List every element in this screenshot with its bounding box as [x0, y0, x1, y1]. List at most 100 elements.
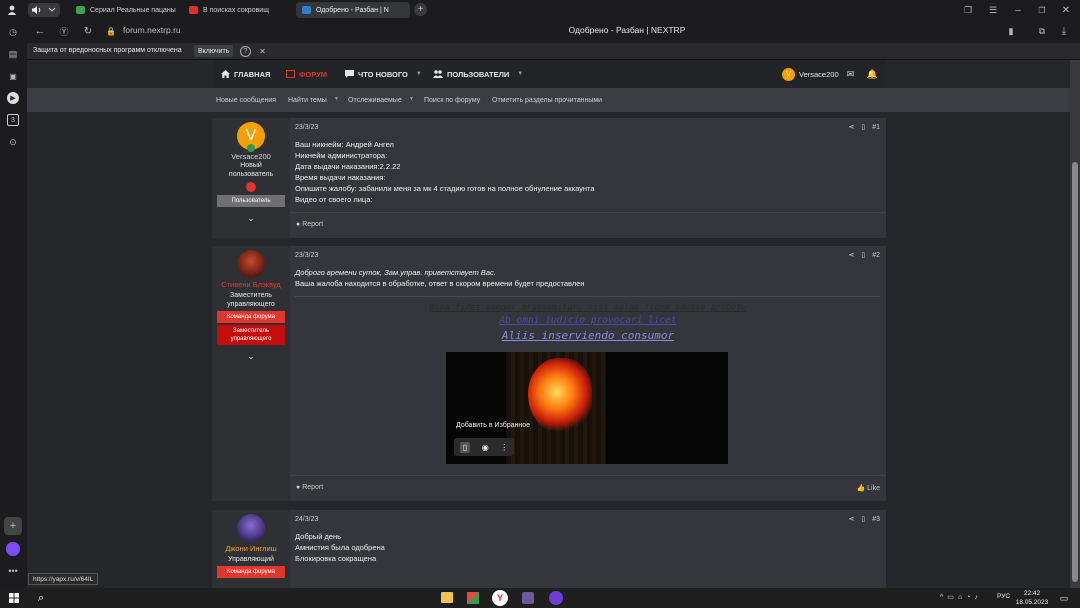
post-content: Доброго времени суток, Зам.управ. привет… — [295, 267, 585, 289]
clock[interactable]: 22:42 18.05.2023 — [1014, 589, 1050, 607]
file-explorer-icon[interactable] — [441, 592, 453, 603]
username[interactable]: Versace200 — [231, 152, 271, 161]
keyboard-language[interactable]: РУС — [997, 593, 1010, 600]
chevron-down-icon[interactable]: ▼ — [409, 96, 414, 102]
nav-username: Versace200 — [799, 69, 839, 79]
share-icon[interactable]: ⋖ — [848, 251, 854, 259]
search-icon[interactable]: ⌕ — [34, 591, 48, 605]
nav-forum[interactable]: ФОРУМ — [286, 60, 327, 88]
profile-icon[interactable] — [6, 4, 18, 16]
tab-audio-control[interactable] — [28, 3, 60, 17]
nav-users[interactable]: ПОЛЬЗОВАТЕЛИ ▼ — [433, 60, 523, 88]
alice-assistant-icon[interactable] — [6, 542, 20, 556]
users-icon — [433, 70, 443, 78]
tray-icons[interactable]: ^▭⌂◔♪ — [940, 593, 982, 601]
menu-icon[interactable]: ☰ — [986, 4, 1000, 16]
new-tab-icon[interactable]: + — [414, 3, 427, 16]
bookmark-icon[interactable]: ▮ — [1005, 25, 1017, 37]
share-icon[interactable]: ⋖ — [848, 515, 854, 523]
notifications-icon[interactable]: ▭ — [1058, 592, 1070, 604]
subnav-find-threads[interactable]: Найти темы — [288, 88, 327, 112]
post-line: Амнистия была одобрена — [295, 543, 385, 552]
tab-2[interactable]: В поисках сокровищ — [183, 2, 291, 18]
tab-1-label: Сериал Реальные пацаны — [90, 6, 176, 14]
close-infobar-icon[interactable]: ✕ — [257, 46, 268, 57]
restore-icon[interactable]: ❐ — [1036, 4, 1048, 16]
tab-1[interactable]: Сериал Реальные пацаны — [70, 2, 178, 18]
chevron-down-icon[interactable]: ▼ — [416, 71, 422, 77]
chevron-down-icon[interactable]: ▼ — [517, 71, 523, 77]
report-button[interactable]: ● Report — [296, 221, 323, 228]
scrollbar-thumb[interactable] — [1072, 162, 1078, 582]
back-icon[interactable]: ← — [33, 25, 47, 37]
camera-icon[interactable]: ◉ — [482, 443, 489, 452]
store-icon[interactable] — [467, 592, 479, 604]
calendar-icon[interactable]: 3 — [7, 114, 19, 126]
nav-whats-new[interactable]: ЧТО НОВОГО ▼ — [345, 60, 422, 88]
chevron-down-icon[interactable]: ⌄ — [247, 351, 255, 362]
lock-icon[interactable]: 🔒 — [105, 25, 117, 37]
reload-icon[interactable]: ↻ — [81, 25, 95, 37]
username[interactable]: Стивени Блэквуд — [221, 280, 281, 289]
add-panel-icon[interactable]: + — [4, 517, 22, 535]
tab-2-label: В поисках сокровищ — [203, 6, 269, 14]
bookmark-icon[interactable]: ▯ — [861, 123, 865, 131]
page-title: Одобрено - Разбан | NEXTRP — [568, 25, 686, 35]
address-bar-row: ← Ⓨ ↻ 🔒 forum.nextrp.ru Одобрено - Разба… — [27, 20, 1080, 43]
more-vertical-icon[interactable]: ⋮ — [500, 443, 508, 452]
youtube-favicon-icon — [189, 6, 198, 14]
report-button[interactable]: ● Report — [296, 484, 323, 491]
bookmark-icon[interactable]: ▯ — [459, 441, 471, 453]
post-line: Время выдачи наказания: — [295, 173, 386, 182]
chevron-down-icon[interactable]: ▼ — [334, 96, 339, 102]
user-avatar[interactable] — [237, 250, 265, 278]
bell-icon[interactable]: 🔔 — [867, 69, 878, 79]
game-app-icon[interactable] — [522, 592, 534, 604]
enable-protection-button[interactable]: Включить — [194, 45, 234, 57]
user-avatar[interactable]: V — [237, 122, 265, 152]
post-number[interactable]: #3 — [872, 516, 880, 523]
post-date[interactable]: 24/3/23 — [295, 516, 318, 523]
nav-users-label: ПОЛЬЗОВАТЕЛИ — [447, 69, 510, 79]
bookmark-icon[interactable]: ▯ — [861, 515, 865, 523]
extensions-icon[interactable]: ⧉ — [1035, 25, 1049, 37]
minimize-icon[interactable]: – — [1012, 4, 1024, 16]
nav-user-account[interactable]: V Versace200 — [782, 60, 839, 88]
post-number[interactable]: #1 — [872, 124, 880, 131]
screenshot-icon[interactable]: ⊙ — [7, 136, 19, 148]
nav-home[interactable]: ГЛАВНАЯ — [221, 60, 270, 88]
chevron-down-icon[interactable]: ⌄ — [247, 213, 255, 224]
post-1-body: 23/3/23 ⋖ ▯ #1 Ваш никнейм: Андрей Ангел… — [290, 118, 886, 238]
share-icon[interactable]: ⋖ — [848, 123, 854, 131]
tab-3-active[interactable]: Одобрено - Разбан | N — [296, 2, 410, 18]
online-indicator-icon — [247, 144, 255, 152]
more-icon[interactable]: ••• — [6, 566, 20, 576]
yandex-icon[interactable]: Ⓨ — [57, 25, 71, 37]
user-avatar[interactable] — [237, 514, 265, 542]
yandex-browser-icon[interactable]: Y — [492, 590, 508, 606]
post-date[interactable]: 23/3/23 — [295, 124, 318, 131]
discord-icon[interactable] — [549, 591, 563, 605]
subnav-search-forum[interactable]: Поиск по форуму — [424, 88, 480, 112]
close-icon[interactable]: ✕ — [1060, 4, 1072, 16]
tabs-collections-icon[interactable]: ❐ — [962, 4, 974, 16]
history-icon[interactable]: ◷ — [7, 26, 19, 38]
messenger-icon[interactable]: ▣ — [7, 70, 19, 82]
subnav-watched[interactable]: Отслеживаемые — [348, 88, 402, 112]
windows-start-icon[interactable] — [8, 592, 20, 604]
post-number[interactable]: #2 — [872, 252, 880, 259]
signature-image[interactable]: Добавить в Избранное ▯ ◉ ⋮ — [446, 352, 728, 464]
post-content: Добрый день Амнистия была одобрена Блоки… — [295, 531, 385, 564]
subnav-mark-read[interactable]: Отметить разделы прочитанными — [492, 88, 602, 112]
video-icon[interactable]: ▶ — [7, 92, 19, 104]
like-button[interactable]: 👍 Like — [856, 484, 880, 492]
messages-icon[interactable]: ✉ — [845, 69, 856, 79]
help-icon[interactable]: ? — [240, 46, 251, 57]
bookmarks-panel-icon[interactable]: ▤ — [7, 48, 19, 60]
post-date[interactable]: 23/3/23 — [295, 252, 318, 259]
download-icon[interactable]: ⤓ — [1057, 25, 1071, 37]
bookmark-icon[interactable]: ▯ — [861, 251, 865, 259]
username[interactable]: Джони Инглиш — [225, 544, 276, 553]
subnav-new-posts[interactable]: Новые сообщения — [216, 88, 276, 112]
url-text[interactable]: forum.nextrp.ru — [123, 25, 181, 35]
